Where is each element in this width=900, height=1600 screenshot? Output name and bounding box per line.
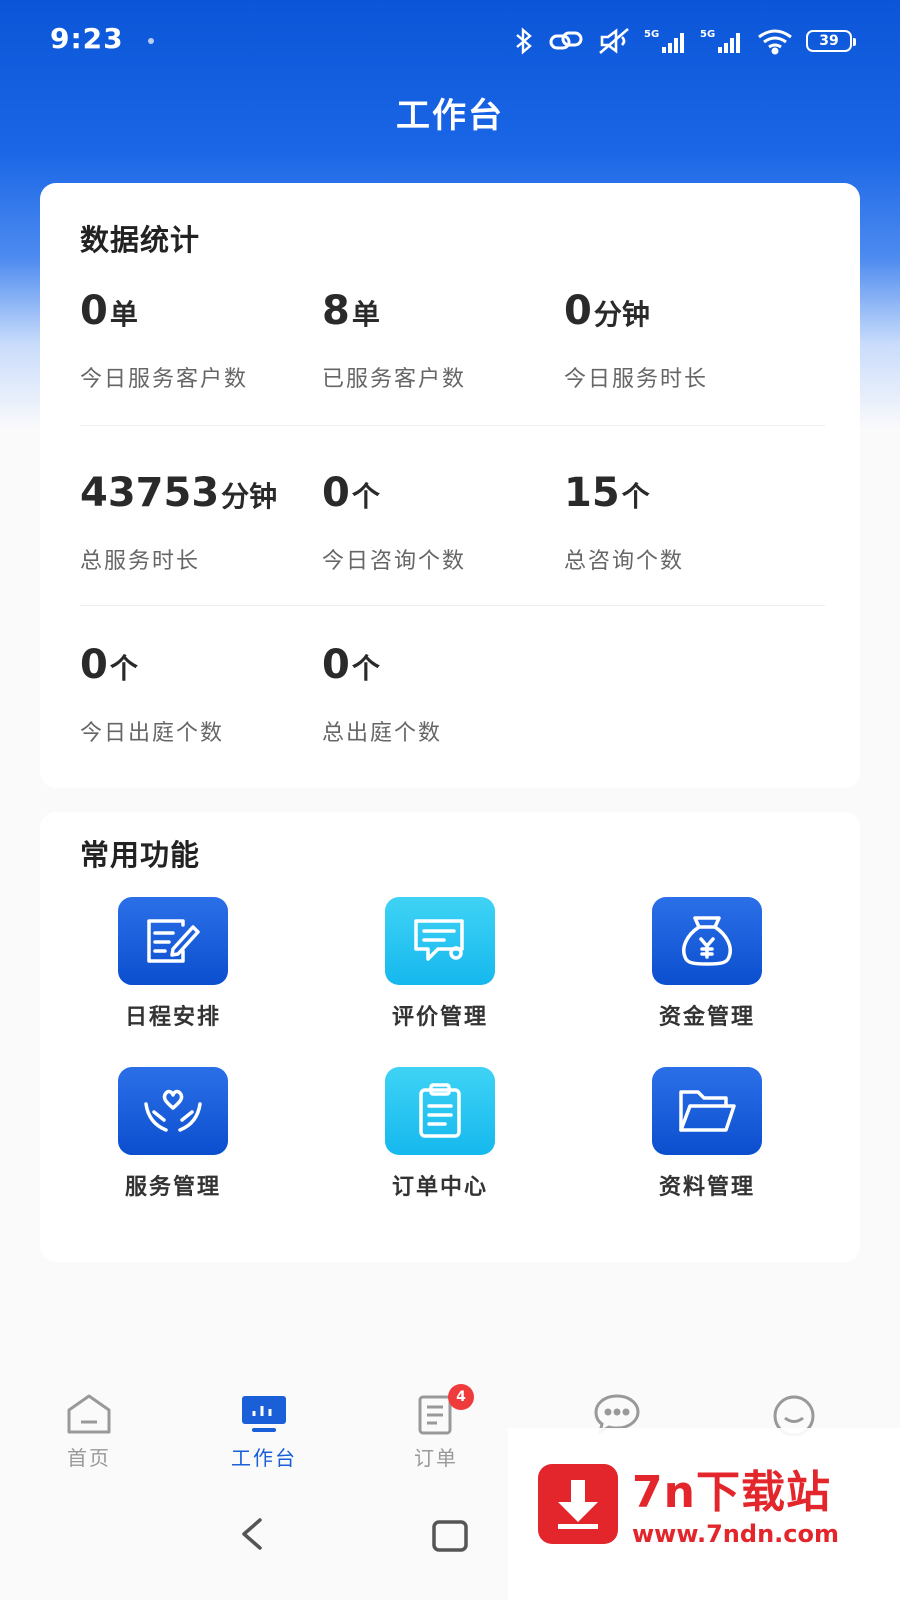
link-icon bbox=[548, 28, 584, 54]
stat-unit: 个 bbox=[621, 480, 650, 513]
function-documents[interactable]: 资料管理 bbox=[617, 1067, 797, 1201]
stats-title: 数据统计 bbox=[80, 223, 201, 257]
stat-value: 0 bbox=[322, 642, 350, 688]
stat-total-service-duration[interactable]: 43753分钟 总服务时长 bbox=[80, 473, 320, 575]
stat-value: 0 bbox=[564, 288, 592, 334]
home-square-icon[interactable] bbox=[430, 1518, 470, 1558]
function-label: 资金管理 bbox=[658, 1005, 755, 1030]
stat-label: 今日咨询个数 bbox=[322, 549, 467, 574]
service-hands-icon bbox=[118, 1067, 228, 1155]
stat-label: 总出庭个数 bbox=[322, 721, 443, 746]
watermark-name: 7n下载站 bbox=[632, 1467, 831, 1518]
download-arrow-icon bbox=[538, 1464, 618, 1544]
function-review[interactable]: 评价管理 bbox=[350, 897, 530, 1031]
stat-label: 今日出庭个数 bbox=[80, 721, 225, 746]
home-icon bbox=[63, 1390, 115, 1438]
tab-workbench[interactable]: 工作台 bbox=[204, 1380, 324, 1471]
stat-value: 0 bbox=[80, 642, 108, 688]
battery-icon: 39 bbox=[806, 30, 856, 52]
stat-value: 0 bbox=[80, 288, 108, 334]
tab-orders[interactable]: 4 订单 bbox=[376, 1380, 496, 1471]
folder-icon bbox=[652, 1067, 762, 1155]
function-label: 日程安排 bbox=[124, 1005, 221, 1030]
stat-label: 今日服务客户数 bbox=[80, 367, 249, 392]
function-funds[interactable]: 资金管理 bbox=[617, 897, 797, 1031]
function-order-center[interactable]: 订单中心 bbox=[350, 1067, 530, 1201]
tab-label: 首页 bbox=[67, 1446, 111, 1470]
tab-label: 工作台 bbox=[231, 1446, 297, 1470]
bluetooth-icon bbox=[512, 27, 536, 55]
svg-text:5G: 5G bbox=[700, 29, 715, 40]
status-dot bbox=[148, 38, 154, 44]
function-label: 订单中心 bbox=[391, 1175, 488, 1200]
review-icon bbox=[385, 897, 495, 985]
stat-label: 今日服务时长 bbox=[564, 367, 709, 392]
svg-text:5G: 5G bbox=[644, 29, 659, 40]
page-title: 工作台 bbox=[396, 96, 504, 136]
function-schedule[interactable]: 日程安排 bbox=[83, 897, 263, 1031]
stat-served-customers[interactable]: 8单 已服务客户数 bbox=[322, 291, 562, 393]
stat-unit: 个 bbox=[351, 652, 380, 685]
stat-today-served-customers[interactable]: 0单 今日服务客户数 bbox=[80, 291, 320, 393]
stat-today-court-appearances[interactable]: 0个 今日出庭个数 bbox=[80, 645, 320, 747]
stats-card: 数据统计 0单 今日服务客户数 8单 已服务客户数 0分钟 今日服务时长 437… bbox=[40, 183, 860, 788]
stat-unit: 单 bbox=[109, 298, 138, 331]
divider bbox=[80, 605, 825, 606]
tab-label: 订单 bbox=[414, 1446, 458, 1470]
function-label: 评价管理 bbox=[391, 1005, 488, 1030]
functions-card: 常用功能 日程安排 评价管理 资金管理 服务管理 订单中心 资料管理 bbox=[40, 812, 860, 1262]
signal-5g-icon: 5G bbox=[644, 27, 688, 55]
workbench-icon bbox=[238, 1390, 290, 1438]
stat-value: 8 bbox=[322, 288, 350, 334]
signal-5g-icon: 5G bbox=[700, 27, 744, 55]
money-bag-icon bbox=[652, 897, 762, 985]
status-icons: 5G 5G 39 bbox=[512, 24, 856, 58]
function-label: 资料管理 bbox=[658, 1175, 755, 1200]
mute-icon bbox=[596, 27, 632, 55]
stat-today-consultations[interactable]: 0个 今日咨询个数 bbox=[322, 473, 562, 575]
function-label: 服务管理 bbox=[124, 1175, 221, 1200]
stat-label: 总服务时长 bbox=[80, 549, 201, 574]
stat-unit: 个 bbox=[109, 652, 138, 685]
stat-unit: 分钟 bbox=[593, 298, 650, 331]
wifi-icon bbox=[756, 27, 794, 55]
clipboard-icon bbox=[385, 1067, 495, 1155]
stat-unit: 单 bbox=[351, 298, 380, 331]
stat-unit: 分钟 bbox=[221, 480, 278, 513]
stat-unit: 个 bbox=[351, 480, 380, 513]
status-bar: 9:23 5G 5G 39 bbox=[0, 0, 900, 80]
functions-title: 常用功能 bbox=[80, 838, 201, 872]
watermark-url: www.7ndn.com bbox=[632, 1520, 839, 1548]
divider bbox=[80, 425, 825, 426]
back-icon[interactable] bbox=[236, 1514, 266, 1558]
stat-value: 43753 bbox=[80, 470, 220, 516]
order-badge: 4 bbox=[448, 1384, 474, 1410]
watermark: 7n下载站 www.7ndn.com bbox=[508, 1428, 900, 1600]
stat-total-consultations[interactable]: 15个 总咨询个数 bbox=[564, 473, 804, 575]
stat-label: 已服务客户数 bbox=[322, 367, 467, 392]
stat-today-service-duration[interactable]: 0分钟 今日服务时长 bbox=[564, 291, 804, 393]
order-icon: 4 bbox=[410, 1384, 474, 1438]
function-service[interactable]: 服务管理 bbox=[83, 1067, 263, 1201]
schedule-icon bbox=[118, 897, 228, 985]
stat-label: 总咨询个数 bbox=[564, 549, 685, 574]
battery-level: 39 bbox=[819, 33, 839, 49]
status-time: 9:23 bbox=[50, 22, 124, 55]
stat-value: 15 bbox=[564, 470, 620, 516]
stat-total-court-appearances[interactable]: 0个 总出庭个数 bbox=[322, 645, 562, 747]
stat-value: 0 bbox=[322, 470, 350, 516]
tab-home[interactable]: 首页 bbox=[29, 1380, 149, 1471]
